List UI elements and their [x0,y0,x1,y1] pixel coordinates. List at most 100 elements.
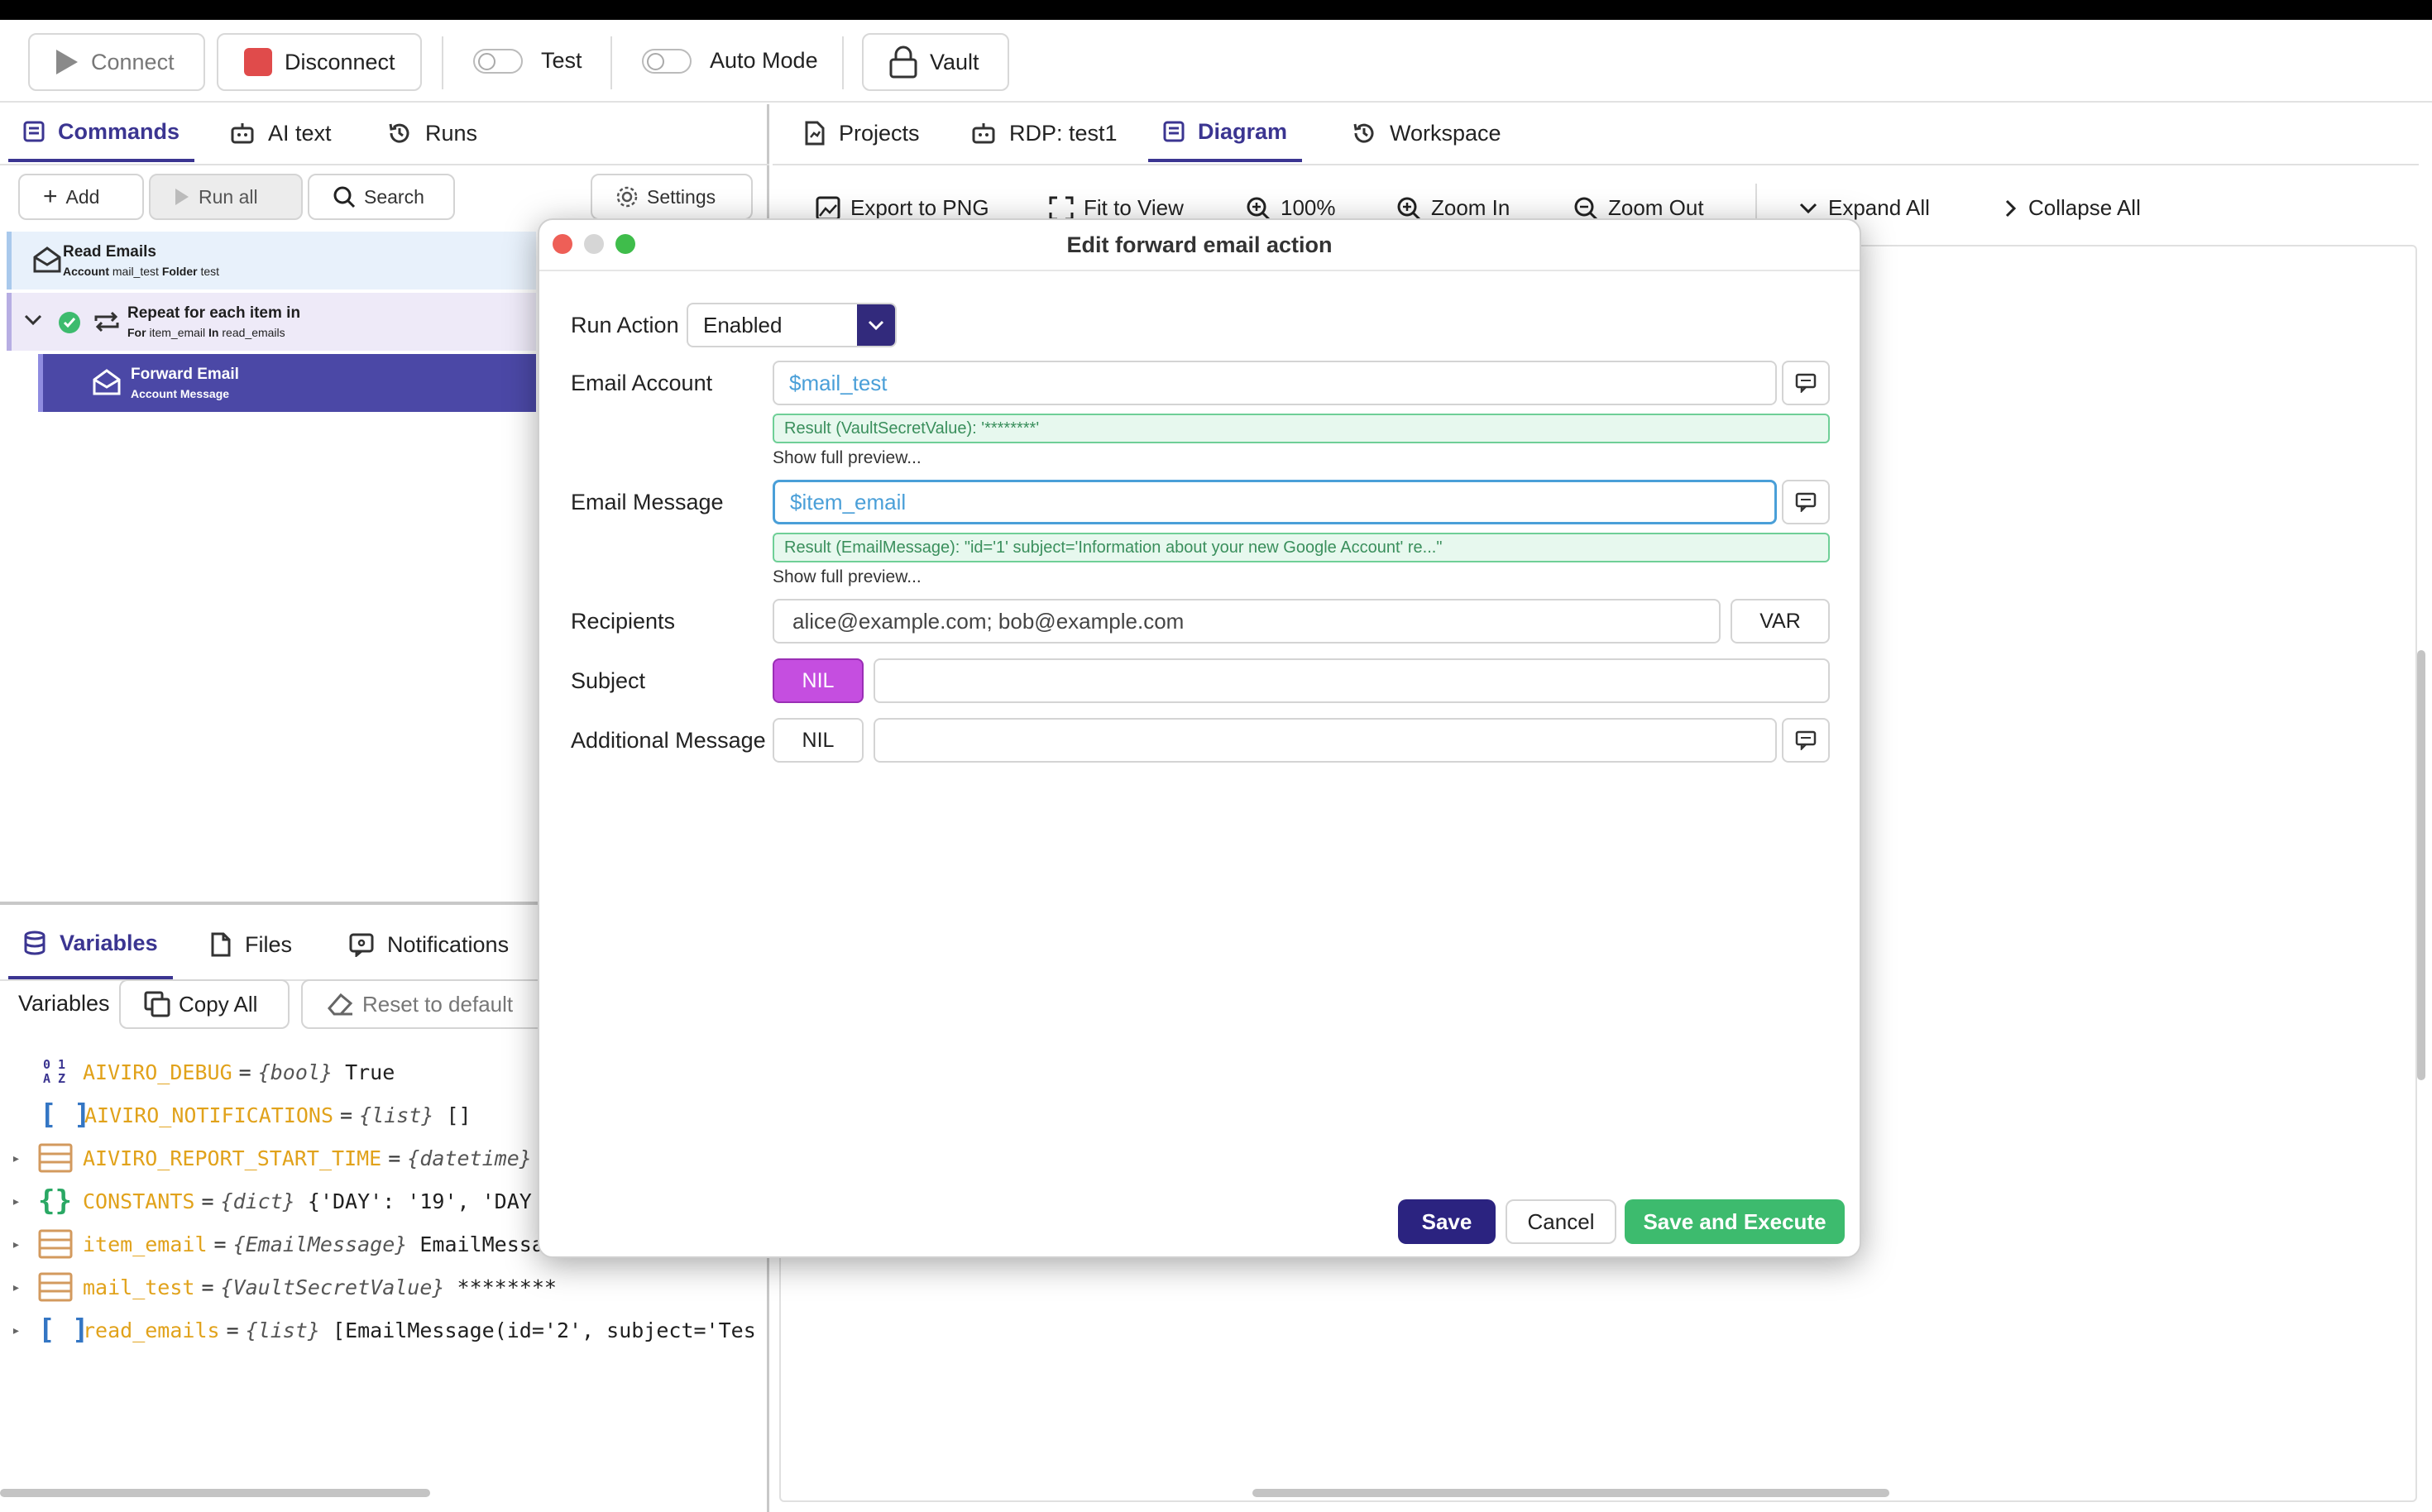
gear-icon [616,186,638,208]
check-circle-icon [59,312,80,333]
comment-button[interactable] [1782,480,1830,524]
recipients-field[interactable]: alice@example.com; bob@example.com [773,599,1721,644]
cancel-button[interactable]: Cancel [1506,1199,1616,1244]
play-icon [56,50,78,74]
expand-arrow-icon[interactable]: ▸ [12,1193,30,1210]
connect-button[interactable]: Connect [28,33,205,91]
tab-ai-text[interactable]: AI text [215,104,347,162]
nil-toggle-subject[interactable]: NIL [773,658,864,703]
copy-all-button[interactable]: Copy All [119,979,290,1029]
robot-icon [231,123,254,144]
minimize-window-icon[interactable] [584,234,604,254]
tab-files[interactable]: Files [195,910,307,979]
file-icon [211,932,231,957]
variable-row[interactable]: ▸ AIVIRO_REPORT_START_TIME = {datetime} [0,1138,544,1178]
run-all-button[interactable]: Run all [149,174,303,220]
vertical-scrollbar[interactable] [2417,650,2425,1080]
email-account-result: Result (VaultSecretValue): '********' [773,414,1830,443]
variable-row[interactable]: [ ] AIVIRO_NOTIFICATIONS = {list} [] [0,1095,472,1135]
database-icon [24,931,45,955]
test-toggle[interactable]: Test [473,48,582,74]
email-message-result: Result (EmailMessage): "id='1' subject='… [773,533,1830,562]
envelope-open-icon [93,369,121,395]
zoom-out-button[interactable]: Zoom Out [1573,195,1704,221]
tab-workspace[interactable]: Workspace [1337,104,1516,162]
variable-row[interactable]: 0 1A Z AIVIRO_DEBUG = {bool} True [0,1052,395,1092]
command-forward-email[interactable]: Forward Email Account Message [38,354,536,412]
comment-button[interactable] [1782,718,1830,763]
show-full-preview-link[interactable]: Show full preview... [773,567,922,587]
stop-icon [244,48,272,76]
notification-icon [349,933,374,957]
show-full-preview-link[interactable]: Show full preview... [773,448,922,468]
email-account-field[interactable]: $mail_test [773,361,1777,405]
variable-row[interactable]: ▸ {} CONSTANTS = {dict} {'DAY': '19', 'DAY [0,1181,532,1221]
additional-message-label: Additional Message [571,728,766,753]
comment-button[interactable] [1782,361,1830,405]
toggle-switch[interactable] [473,48,523,74]
window-top-bar [0,0,2432,20]
tab-diagram[interactable]: Diagram [1148,104,1303,162]
toggle-switch[interactable] [642,48,692,74]
nil-toggle-additional-message[interactable]: NIL [773,718,864,763]
toolbar-divider [842,36,844,89]
search-icon [333,186,356,208]
tab-notifications[interactable]: Notifications [334,910,524,979]
comment-icon [1795,730,1817,750]
auto-mode-toggle[interactable]: Auto Mode [642,48,818,74]
additional-message-field[interactable] [874,718,1777,763]
var-button[interactable]: VAR [1731,599,1830,644]
command-repeat-loop[interactable]: Repeat for each item in For item_email I… [7,293,536,351]
variable-row[interactable]: ▸ mail_test = {VaultSecretValue} ******** [0,1267,557,1307]
tab-projects[interactable]: Projects [789,104,935,162]
project-file-icon [805,121,825,146]
list-icon [1163,121,1185,142]
zoom-level-button[interactable]: 100% [1246,195,1336,221]
maximize-window-icon[interactable] [615,234,635,254]
tab-divider [773,164,2419,165]
expand-arrow-icon[interactable]: ▸ [12,1322,30,1339]
email-message-field[interactable]: $item_email [773,480,1777,524]
tab-rdp[interactable]: RDP: test1 [956,104,1132,162]
object-type-icon [38,1229,73,1259]
expand-arrow-icon[interactable]: ▸ [12,1236,30,1253]
command-read-emails[interactable]: Read Emails Account mail_test Folder tes… [7,232,536,289]
zoom-in-button[interactable]: Zoom In [1396,195,1510,221]
collapse-all-button[interactable]: Collapse All [2004,195,2141,221]
variable-row[interactable]: ▸ [ ] read_emails = {list} [EmailMessage(i… [0,1310,756,1350]
tab-variables[interactable]: Variables [8,910,173,979]
chevron-down-icon[interactable] [857,304,895,346]
toolbar-divider [442,36,443,89]
tab-commands[interactable]: Commands [8,104,195,162]
eraser-icon [328,993,353,1016]
object-type-icon [38,1143,73,1173]
run-action-select[interactable]: Enabled [687,303,897,347]
search-button[interactable]: Search [308,174,455,220]
vault-button[interactable]: Vault [862,33,1009,91]
close-window-icon[interactable] [553,234,572,254]
copy-icon [144,991,170,1017]
reset-to-default-button[interactable]: Reset to default [301,979,549,1029]
subject-field[interactable] [874,658,1830,703]
chevron-right-icon [2005,199,2017,217]
zoom-icon [1247,197,1271,220]
expand-arrow-icon[interactable]: ▸ [12,1279,30,1296]
save-button[interactable]: Save [1398,1199,1496,1244]
fit-to-view-button[interactable]: Fit to View [1049,195,1184,221]
settings-button[interactable]: Settings [591,174,753,220]
chevron-down-icon[interactable] [23,313,43,328]
expand-arrow-icon[interactable]: ▸ [12,1150,30,1167]
add-button[interactable]: + Add [18,174,144,220]
tab-runs[interactable]: Runs [372,104,492,162]
horizontal-scrollbar[interactable] [0,1489,430,1497]
fit-view-icon [1049,196,1074,220]
variables-label: Variables [18,991,110,1016]
horizontal-scrollbar[interactable] [1252,1489,1889,1497]
envelope-open-icon [33,246,61,273]
save-and-execute-button[interactable]: Save and Execute [1625,1199,1845,1244]
disconnect-button[interactable]: Disconnect [217,33,422,91]
export-png-button[interactable]: Export to PNG [816,195,989,221]
variable-row[interactable]: ▸ item_email = {EmailMessage} EmailMessa [0,1224,544,1264]
history-icon [389,123,409,143]
expand-all-button[interactable]: Expand All [1798,195,1930,221]
